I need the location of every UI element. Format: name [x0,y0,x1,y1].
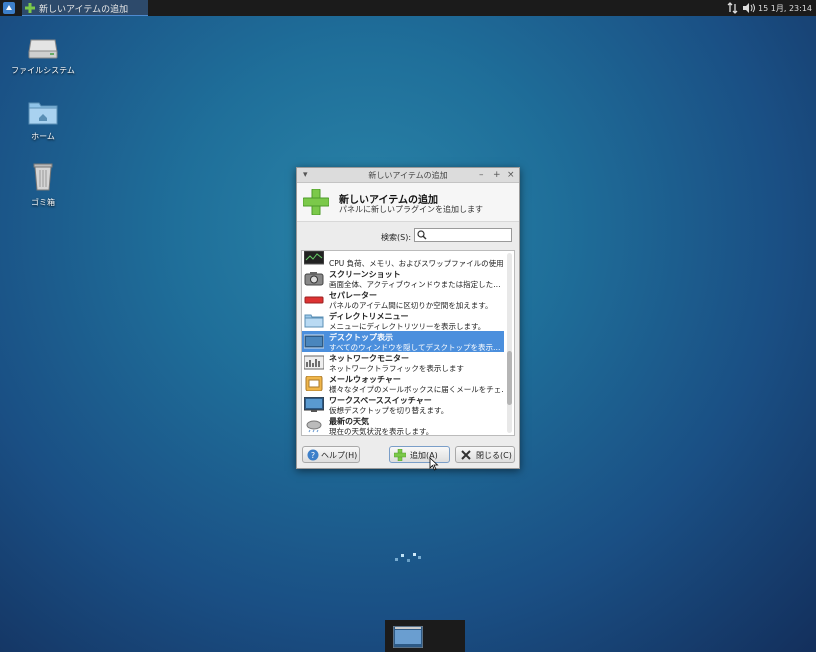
list-item[interactable]: セパレーター パネルのアイテム間に区切りか空間を加えます。 [302,289,504,310]
network-monitor-icon [303,355,325,370]
add-icon [393,448,407,464]
close-icon[interactable]: × [507,170,515,180]
search-input[interactable] [414,228,512,242]
desktop-icon-label: ファイルシステム [11,66,75,75]
list-item-selected[interactable]: デスクトップ表示 すべてのウィンドウを隠してデスクトップを表示… [302,331,504,352]
weather-icon [304,418,324,433]
mail-icon [304,375,324,392]
top-panel: 新しいアイテムの追加 15 1月, 23:14 [0,0,816,16]
list-scrollbar[interactable] [507,253,512,433]
drive-icon [8,34,78,62]
system-monitor-icon [303,251,325,265]
list-item[interactable]: メールウォッチャー 様々なタイプのメールボックスに届くメールをチェ… [302,373,504,394]
mouse-pointer-icon [429,457,439,474]
close-button-label: 閉じる(C) [476,451,512,460]
add-icon [25,3,35,16]
desktop-icon-home[interactable]: ホーム [8,100,78,142]
workspace-icon [303,396,325,412]
list-item-desc: 現在の天気状況を表示します。 [329,427,434,436]
window-thumbnail-icon[interactable] [392,625,424,649]
help-button-label: ヘルプ(H) [321,451,358,460]
desktop-icon-label: ホーム [31,132,55,141]
help-button[interactable]: ? ヘルプ(H) [302,446,360,463]
minimize-icon[interactable]: – [479,170,484,180]
dialog-window-title: 新しいアイテムの追加 [368,171,448,180]
dialog-header-subtitle: パネルに新しいプラグインを追加します [339,205,483,214]
plugin-list[interactable]: CPU 負荷、メモリ、およびスワップファイルの使用… スクリーンショット 画面全… [301,250,515,436]
bottom-dock [385,620,465,652]
desktop-icon-label: ゴミ箱 [31,198,55,207]
camera-icon [304,271,324,286]
search-label: 検索(S): [381,233,412,242]
dialog-titlebar[interactable]: ▾ 新しいアイテムの追加 – + × [297,168,519,183]
close-button[interactable]: 閉じる(C) [455,446,515,463]
search-icon [417,230,427,243]
list-item[interactable]: CPU 負荷、メモリ、およびスワップファイルの使用… [302,251,504,268]
trash-icon [8,162,78,194]
home-folder-icon [8,100,78,128]
network-icon[interactable] [727,2,739,17]
clock[interactable]: 15 1月, 23:14 [758,3,812,14]
desktop-icon [303,334,325,349]
maximize-icon[interactable]: + [493,170,501,180]
desktop-icon-trash[interactable]: ゴミ箱 [8,162,78,208]
taskbar-window-button[interactable]: 新しいアイテムの追加 [22,0,148,16]
dialog-header: 新しいアイテムの追加 パネルに新しいプラグインを追加します [297,183,519,222]
list-item[interactable]: スクリーンショット 画面全体、アクティブウィンドウまたは指定した… [302,268,504,289]
list-item[interactable]: ディレクトリメニュー メニューにディレクトリツリーを表示します。 [302,310,504,331]
list-item[interactable]: 最新の天気 現在の天気状況を表示します。 [302,415,504,436]
separator-icon [304,292,324,307]
svg-text:?: ? [311,451,315,460]
taskbar-window-title: 新しいアイテムの追加 [39,5,129,15]
folder-icon [304,313,324,328]
add-large-icon [302,188,330,218]
list-scrollbar-thumb[interactable] [507,351,512,405]
applications-menu-icon[interactable] [2,1,16,15]
volume-icon[interactable] [742,2,756,17]
desktop-icon-filesystem[interactable]: ファイルシステム [8,34,78,76]
add-new-items-dialog: ▾ 新しいアイテムの追加 – + × 新しいアイテムの追加 パネルに新しいプラグ… [296,167,520,469]
loading-spinner-icon [394,551,424,568]
list-item[interactable]: ワークスペーススイッチャー 仮想デスクトップを切り替えます。 [302,394,504,415]
add-button[interactable]: 追加(A) [389,446,450,463]
close-x-icon [460,449,472,464]
help-icon: ? [307,449,319,464]
list-item[interactable]: ネットワークモニター ネットワークトラフィックを表示します [302,352,504,373]
